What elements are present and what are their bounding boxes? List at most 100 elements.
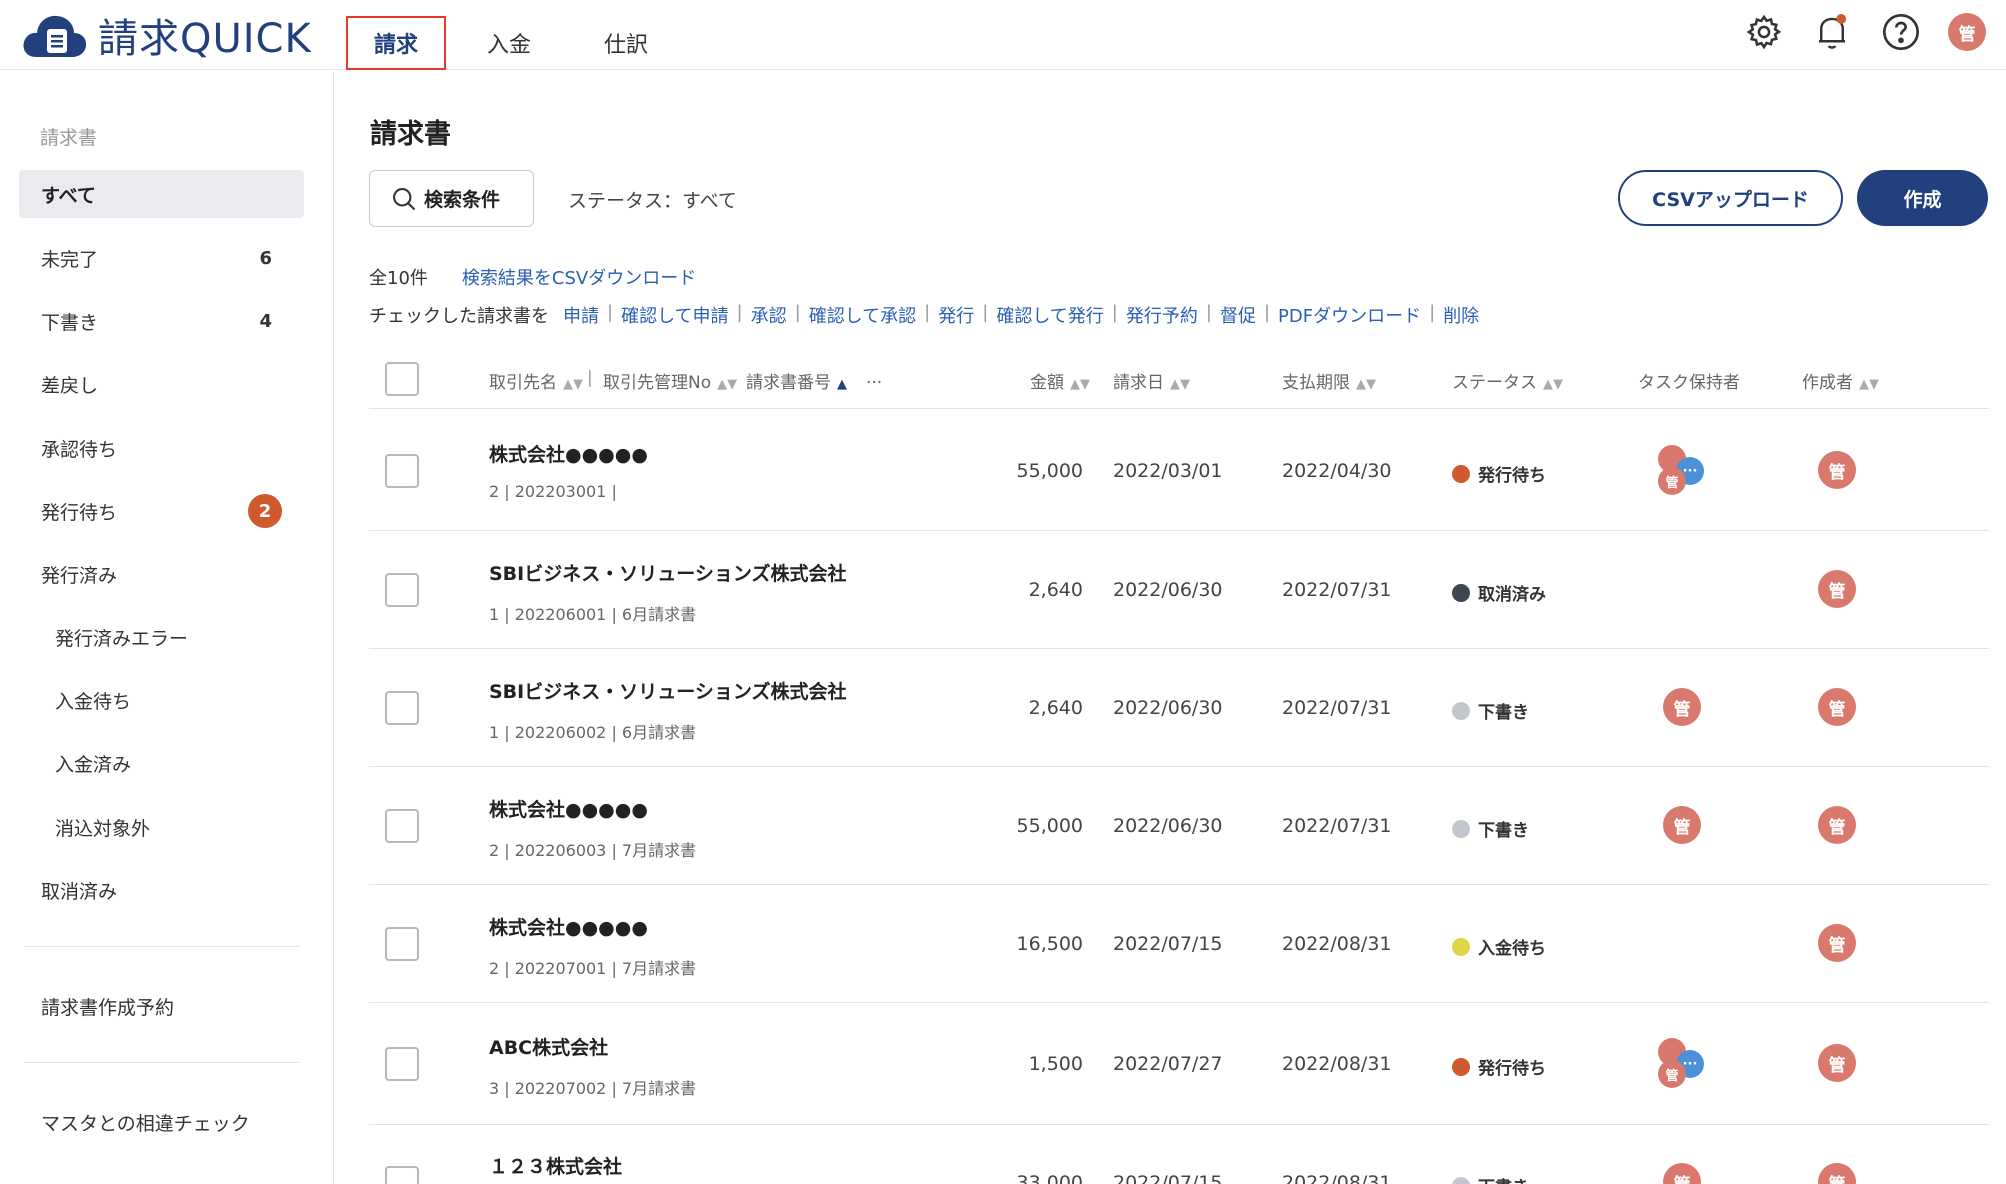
sidebar-item-label: 入金待ち — [55, 690, 132, 713]
row-divider — [369, 884, 1989, 885]
bulk-action-delete[interactable]: 削除 — [1443, 302, 1479, 328]
avatar: 管 — [1658, 467, 1686, 495]
amount: 55,000 — [1016, 460, 1083, 482]
sort-icon: ▲▼ — [1070, 377, 1090, 392]
bell-icon[interactable] — [1810, 10, 1854, 54]
sidebar-item-awaiting-approval[interactable]: 承認待ち — [19, 424, 304, 472]
csv-download-link[interactable]: 検索結果をCSVダウンロード — [462, 264, 696, 290]
search-icon — [393, 187, 416, 210]
sidebar-item-scheduled[interactable]: 請求書作成予約 — [19, 982, 304, 1030]
sidebar-item-label: 差戻し — [41, 374, 99, 397]
sidebar-item-awaiting-payment[interactable]: 入金待ち — [19, 676, 304, 724]
sort-icon: ▲▼ — [1543, 377, 1563, 392]
status-label: 発行待ち — [1478, 466, 1546, 486]
sidebar-item-returned[interactable]: 差戻し — [19, 360, 304, 408]
due-date: 2022/08/31 — [1282, 1053, 1392, 1075]
due-date: 2022/04/30 — [1282, 460, 1392, 482]
client-name[interactable]: 株式会社●●●●● — [489, 913, 648, 940]
col-header-client-no[interactable]: 取引先管理No ▲▼ — [603, 368, 737, 393]
sidebar-item-master-check[interactable]: マスタとの相違チェック — [19, 1098, 304, 1146]
sidebar-count: 6 — [259, 247, 272, 269]
status-dot — [1452, 1057, 1470, 1076]
due-date: 2022/07/31 — [1282, 579, 1392, 601]
sidebar-item-awaiting-issue[interactable]: 発行待ち 2 — [19, 487, 304, 535]
separator: | — [794, 302, 801, 323]
client-name[interactable]: SBIビジネス・ソリューションズ株式会社 — [489, 677, 846, 704]
create-button[interactable]: 作成 — [1857, 170, 1988, 226]
search-conditions-button[interactable]: 検索条件 — [369, 170, 534, 227]
row-checkbox[interactable] — [385, 927, 419, 961]
bulk-action-confirm-issue[interactable]: 確認して発行 — [996, 302, 1103, 328]
col-header-client[interactable]: 取引先名 ▲▼ — [489, 368, 583, 393]
invoice-date: 2022/07/27 — [1113, 1053, 1223, 1075]
client-name[interactable]: １２３株式会社 — [489, 1152, 622, 1179]
row-checkbox[interactable] — [385, 1047, 419, 1081]
invoice-date: 2022/06/30 — [1113, 815, 1223, 837]
sidebar-item-label: 消込対象外 — [55, 817, 151, 840]
separator: | — [1263, 302, 1271, 323]
row-checkbox[interactable] — [385, 454, 419, 488]
avatar: 管 — [1658, 1060, 1686, 1088]
bulk-action-remind[interactable]: 督促 — [1220, 302, 1256, 328]
row-checkbox[interactable] — [385, 573, 419, 607]
tab-invoice[interactable]: 請求 — [346, 16, 446, 70]
sidebar-item-excluded[interactable]: 消込対象外 — [19, 803, 304, 851]
sidebar-item-all[interactable]: すべて — [19, 170, 304, 218]
bulk-action-apply[interactable]: 申請 — [563, 302, 599, 328]
bulk-action-issue[interactable]: 発行 — [938, 302, 974, 328]
gear-icon[interactable] — [1742, 10, 1786, 54]
select-all-checkbox[interactable] — [385, 362, 419, 396]
bulk-action-approve[interactable]: 承認 — [751, 302, 787, 328]
amount: 2,640 — [1028, 697, 1083, 719]
col-header-due-date[interactable]: 支払期限 ▲▼ — [1282, 368, 1376, 393]
col-header-more[interactable]: ... — [866, 368, 882, 388]
sidebar-item-paid[interactable]: 入金済み — [19, 739, 304, 787]
sidebar-item-draft[interactable]: 下書き 4 — [19, 297, 304, 345]
bulk-action-confirm-apply[interactable]: 確認して申請 — [621, 302, 728, 328]
sidebar-item-issued[interactable]: 発行済み — [19, 550, 304, 598]
col-header-status[interactable]: ステータス ▲▼ — [1452, 368, 1563, 393]
row-divider — [369, 530, 1989, 531]
client-name[interactable]: 株式会社●●●●● — [489, 795, 648, 822]
sidebar-item-issued-error[interactable]: 発行済みエラー — [19, 613, 304, 661]
status-dot — [1452, 464, 1470, 483]
row-subinfo: 1 | 202206001 | 6月請求書 — [489, 605, 697, 624]
sidebar-item-label: すべて — [41, 184, 96, 207]
sidebar-item-cancelled[interactable]: 取消済み — [19, 866, 304, 914]
row-subinfo: 2 | 202203001 | — [489, 482, 617, 501]
col-header-creator[interactable]: 作成者 ▲▼ — [1802, 368, 1879, 393]
tab-payment[interactable]: 入金 — [468, 16, 550, 70]
client-name[interactable]: SBIビジネス・ソリューションズ株式会社 — [489, 559, 846, 586]
help-icon[interactable] — [1879, 10, 1923, 54]
col-header-invoice-no[interactable]: 請求書番号 ▲ — [746, 368, 847, 393]
bulk-action-schedule[interactable]: 発行予約 — [1126, 302, 1198, 328]
amount: 2,640 — [1028, 579, 1083, 601]
status-dot — [1452, 583, 1470, 602]
tab-journal[interactable]: 仕訳 — [585, 16, 667, 70]
amount: 33,000 — [1016, 1172, 1083, 1184]
row-divider — [369, 1124, 1989, 1125]
bulk-action-pdf[interactable]: PDFダウンロード — [1278, 302, 1421, 328]
row-checkbox[interactable] — [385, 691, 419, 725]
sort-icon: ▲▼ — [563, 377, 583, 392]
col-label: 支払期限 — [1282, 373, 1350, 393]
bulk-action-confirm-approve[interactable]: 確認して承認 — [809, 302, 916, 328]
status-badge: 発行待ち — [1452, 1054, 1546, 1079]
status-label: 下書き — [1478, 1173, 1529, 1184]
app-logo[interactable]: 請求QUICK — [22, 10, 312, 62]
sidebar-item-incomplete[interactable]: 未完了 6 — [19, 234, 304, 282]
user-avatar[interactable]: 管 — [1948, 13, 1986, 51]
col-header-amount[interactable]: 金額 ▲▼ — [1030, 368, 1090, 393]
row-checkbox[interactable] — [385, 809, 419, 843]
col-header-invoice-date[interactable]: 請求日 ▲▼ — [1113, 368, 1190, 393]
task-holder-group: ··· 管 — [1658, 1038, 1712, 1090]
col-label: 取引先名 — [489, 373, 557, 393]
sidebar-item-label: 発行待ち — [41, 501, 118, 524]
client-name[interactable]: ABC株式会社 — [489, 1033, 608, 1060]
row-checkbox[interactable] — [385, 1166, 419, 1184]
csv-upload-button[interactable]: CSVアップロード — [1618, 170, 1843, 226]
sidebar-item-label: 承認待ち — [41, 438, 118, 461]
status-label: 下書き — [1478, 821, 1529, 841]
status-badge: 下書き — [1452, 698, 1529, 723]
client-name[interactable]: 株式会社●●●●● — [489, 440, 648, 467]
